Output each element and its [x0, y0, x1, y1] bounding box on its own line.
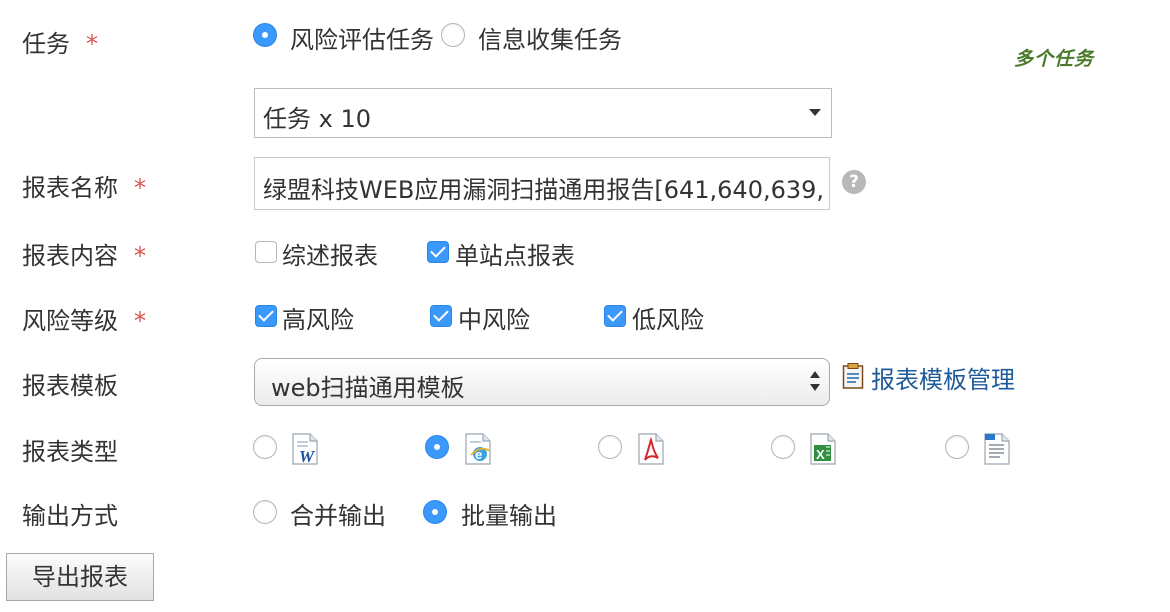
template-manage-link[interactable]: 报表模板管理 [871, 360, 1015, 395]
template-select-value: web扫描通用模板 [271, 374, 465, 402]
single-site-report-label[interactable]: 单站点报表 [455, 236, 575, 271]
xml-file-icon [982, 433, 1012, 465]
summary-report-label[interactable]: 综述报表 [282, 236, 378, 271]
high-risk-checkbox[interactable] [255, 305, 277, 327]
output-batch-label[interactable]: 批量输出 [461, 496, 557, 531]
report-content-label: 报表内容 * [22, 242, 146, 270]
task-type-risk-radio[interactable] [253, 23, 277, 47]
report-name-label: 报表名称 * [22, 174, 146, 202]
low-risk-checkbox[interactable] [604, 305, 626, 327]
task-select-value: 任务 x 10 [263, 105, 371, 133]
multi-task-annotation: 多个任务 [1014, 48, 1095, 70]
output-batch-radio[interactable] [423, 500, 447, 524]
task-select[interactable]: 任务 x 10 [254, 88, 832, 138]
summary-report-checkbox[interactable] [255, 241, 277, 263]
help-icon[interactable]: ? [842, 170, 866, 194]
template-select[interactable]: web扫描通用模板 [254, 358, 830, 406]
report-type-label: 报表类型 [22, 438, 118, 466]
medium-risk-label[interactable]: 中风险 [458, 300, 530, 335]
output-merge-label[interactable]: 合并输出 [290, 496, 386, 531]
task-type-risk-label[interactable]: 风险评估任务 [290, 20, 434, 55]
risk-level-label: 风险等级 * [22, 307, 146, 335]
export-report-button[interactable]: 导出报表 [6, 553, 154, 601]
required-mark: * [86, 30, 98, 58]
task-type-info-label[interactable]: 信息收集任务 [478, 20, 622, 55]
required-mark: * [134, 307, 146, 335]
output-mode-label: 输出方式 [22, 502, 118, 530]
report-type-excel-radio[interactable] [771, 435, 795, 459]
report-name-input[interactable]: 绿盟科技WEB应用漏洞扫描通用报告[641,640,639, [254, 157, 830, 210]
dropdown-arrow-icon [809, 109, 821, 116]
html-file-icon: e [463, 433, 493, 465]
required-mark: * [134, 174, 146, 202]
clipboard-icon [842, 363, 864, 393]
task-label: 任务 * [22, 30, 98, 58]
word-file-icon: W [290, 433, 320, 466]
report-name-value: 绿盟科技WEB应用漏洞扫描通用报告[641,640,639, [263, 176, 825, 204]
select-down-arrow-icon [810, 384, 820, 391]
report-type-html-radio[interactable] [425, 435, 449, 459]
task-type-info-radio[interactable] [441, 23, 465, 47]
high-risk-label[interactable]: 高风险 [282, 300, 354, 335]
medium-risk-checkbox[interactable] [430, 305, 452, 327]
excel-file-icon: X [808, 433, 838, 465]
report-type-pdf-radio[interactable] [598, 435, 622, 459]
pdf-file-icon [636, 433, 666, 465]
template-label: 报表模板 [22, 372, 118, 400]
single-site-report-checkbox[interactable] [427, 241, 449, 263]
report-type-xml-radio[interactable] [945, 435, 969, 459]
svg-text:W: W [299, 447, 316, 465]
select-up-arrow-icon [810, 371, 820, 378]
output-merge-radio[interactable] [253, 500, 277, 524]
low-risk-label[interactable]: 低风险 [632, 300, 704, 335]
required-mark: * [134, 242, 146, 270]
report-type-word-radio[interactable] [253, 435, 277, 459]
svg-text:X: X [816, 447, 825, 462]
